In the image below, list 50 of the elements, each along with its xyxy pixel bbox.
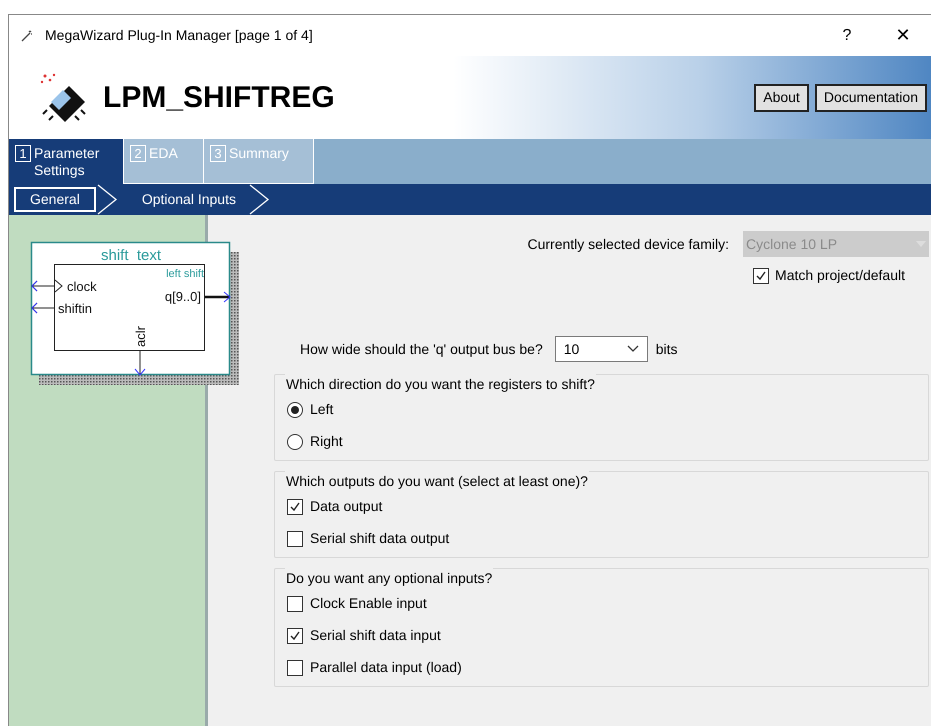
group-title: Which direction do you want the registers to shift?: [285, 374, 596, 395]
group-title: Do you want any optional inputs?: [285, 568, 494, 589]
checkmark-icon: [289, 500, 301, 512]
checkmark-icon: [289, 630, 301, 642]
checkbox-option[interactable]: Serial shift data output: [287, 528, 928, 549]
pin-label: clock: [67, 279, 97, 294]
radio-button[interactable]: [287, 434, 303, 450]
checkbox-option[interactable]: Data output: [287, 496, 928, 517]
checkbox[interactable]: [287, 596, 303, 612]
shift-mode-label: left shift: [166, 268, 204, 280]
checkbox[interactable]: [287, 628, 303, 644]
checkbox[interactable]: [287, 530, 303, 546]
help-button[interactable]: ?: [835, 24, 859, 48]
step-label: Summary: [229, 145, 289, 162]
input-pin-arrow: [31, 280, 54, 292]
radio-button[interactable]: [287, 402, 303, 418]
documentation-button[interactable]: Documentation: [814, 84, 927, 112]
wand-icon: [21, 30, 33, 42]
step-number: 1: [15, 145, 31, 162]
symbol-title: shift text: [100, 247, 162, 264]
checkbox-option[interactable]: Serial shift data input: [287, 625, 928, 646]
pin-label: aclr: [133, 326, 148, 347]
about-button[interactable]: About: [754, 84, 809, 112]
group-title: Which outputs do you want (select at least one)?: [285, 471, 589, 492]
radio-option[interactable]: Right: [287, 431, 928, 452]
pin-label: q[9..0]: [164, 289, 201, 304]
bits-label: bits: [656, 340, 678, 358]
step-label: EDA: [149, 145, 178, 162]
radio-option[interactable]: Left: [287, 399, 928, 420]
component-title: LPM_SHIFTREG: [103, 80, 335, 116]
step-label: Parameter Settings: [34, 145, 100, 179]
input-pin-arrow: [134, 350, 146, 376]
checkbox-option[interactable]: Clock Enable input: [287, 593, 928, 614]
step-number: 3: [210, 145, 226, 162]
close-button[interactable]: ✕: [891, 22, 915, 49]
input-pin-arrow: [31, 302, 54, 314]
checkmark-icon: [755, 270, 768, 282]
breadcrumb-tab[interactable]: General: [14, 187, 96, 212]
checkbox-option[interactable]: Parallel data input (load): [287, 657, 928, 678]
checkbox[interactable]: [287, 498, 303, 514]
bus-width-dropdown[interactable]: 10: [554, 336, 648, 362]
pin-label: shiftin: [58, 301, 92, 316]
output-pin-arrow: [205, 292, 231, 302]
wizard-step-tab[interactable]: 1 Parameter Settings: [9, 139, 124, 184]
step-number: 2: [130, 145, 146, 162]
breadcrumb-tab[interactable]: Optional Inputs: [128, 187, 250, 212]
window-title: MegaWizard Plug-In Manager [page 1 of 4]: [45, 26, 313, 45]
bus-width-label: How wide should the 'q' output bus be?: [300, 340, 543, 359]
device-family-label: Currently selected device family:: [527, 234, 729, 254]
checkbox[interactable]: [287, 660, 303, 676]
